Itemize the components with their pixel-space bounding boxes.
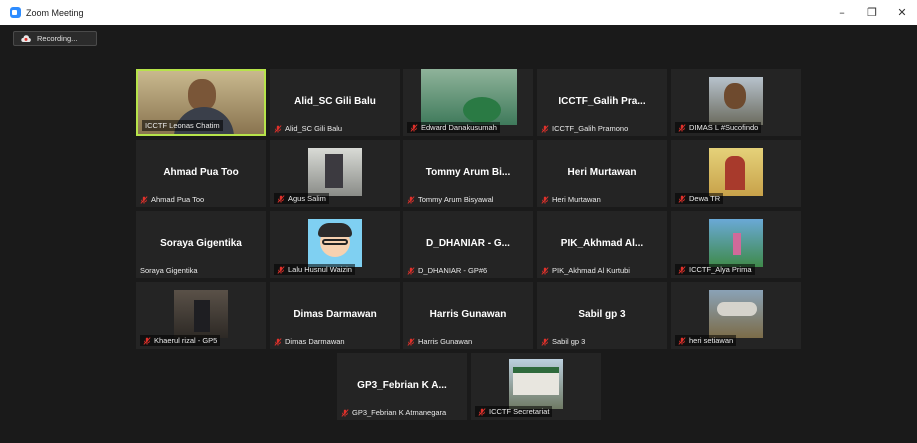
- participant-display-name: Dimas Darmawan: [293, 309, 377, 320]
- participant-name-label: Tommy Arum Bisyawal: [407, 195, 529, 204]
- participant-name-label: heri setiawan: [675, 335, 797, 346]
- participant-display-name: PIK_Akhmad Al...: [560, 238, 644, 249]
- participant-tile[interactable]: Heri Murtawan Heri Murtawan: [537, 140, 667, 207]
- participant-name-label: ICCTF Secretariat: [475, 406, 597, 417]
- participant-name-label: Edward Danakusumah: [407, 122, 529, 133]
- participant-display-name: Heri Murtawan: [567, 167, 637, 178]
- participant-tile[interactable]: Harris Gunawan Harris Gunawan: [403, 282, 533, 349]
- participant-tile[interactable]: ICCTF Leonas Chatim: [136, 69, 266, 136]
- participant-tile[interactable]: ICCTF_Alya Prima: [671, 211, 801, 278]
- participant-tile[interactable]: Tommy Arum Bi... Tommy Arum Bisyawal: [403, 140, 533, 207]
- muted-mic-icon: [678, 336, 686, 345]
- participant-display-name: Ahmad Pua Too: [163, 167, 239, 178]
- muted-mic-icon: [143, 336, 151, 345]
- cloud-record-icon: [21, 35, 31, 42]
- muted-mic-icon: [410, 123, 418, 132]
- participant-tile[interactable]: Soraya Gigentika Soraya Gigentika: [136, 211, 266, 278]
- muted-mic-icon: [478, 407, 486, 416]
- muted-mic-icon: [277, 194, 285, 203]
- participant-display-name: Tommy Arum Bi...: [425, 167, 511, 178]
- participant-name-label: Soraya Gigentika: [140, 266, 198, 275]
- muted-mic-icon: [541, 124, 549, 133]
- participant-display-name: Harris Gunawan: [429, 309, 507, 320]
- restore-button[interactable]: ❐: [857, 0, 887, 25]
- minimize-button[interactable]: –: [827, 0, 857, 25]
- participant-name-label: Dimas Darmawan: [274, 337, 396, 346]
- participant-tile[interactable]: Dewa TR: [671, 140, 801, 207]
- muted-mic-icon: [140, 195, 148, 204]
- participant-display-name: ICCTF_Galih Pra...: [558, 96, 646, 107]
- participant-tile[interactable]: GP3_Febrian K A... GP3_Febrian K Atmaneg…: [337, 353, 467, 420]
- participant-name-label: Alid_SC Gili Balu: [274, 124, 396, 133]
- participant-tile[interactable]: Lalu Husnul Waizin: [270, 211, 400, 278]
- participant-name-label: D_DHANIAR - GP#6: [407, 266, 529, 275]
- muted-mic-icon: [407, 337, 415, 346]
- muted-mic-icon: [277, 265, 285, 274]
- participant-tile[interactable]: PIK_Akhmad Al... PIK_Akhmad Al Kurtubi: [537, 211, 667, 278]
- participant-name-label: Harris Gunawan: [407, 337, 529, 346]
- participant-name-label: Sabil gp 3: [541, 337, 663, 346]
- participant-display-name: Alid_SC Gili Balu: [294, 96, 376, 107]
- close-button[interactable]: ✕: [887, 0, 917, 25]
- participant-name-label: DIMAS L #Sucofindo: [675, 122, 797, 133]
- participant-name-label: Khaerul rizal - GP5: [140, 335, 262, 346]
- participant-name-label: ICCTF Leonas Chatim: [142, 120, 260, 131]
- muted-mic-icon: [541, 195, 549, 204]
- recording-indicator[interactable]: Recording...: [13, 31, 97, 46]
- participant-tile[interactable]: Ahmad Pua Too Ahmad Pua Too: [136, 140, 266, 207]
- muted-mic-icon: [678, 194, 686, 203]
- muted-mic-icon: [274, 337, 282, 346]
- participant-name-label: Ahmad Pua Too: [140, 195, 262, 204]
- participant-tile[interactable]: DIMAS L #Sucofindo: [671, 69, 801, 136]
- participant-tile[interactable]: Dimas Darmawan Dimas Darmawan: [270, 282, 400, 349]
- participant-tile[interactable]: D_DHANIAR - G... D_DHANIAR - GP#6: [403, 211, 533, 278]
- muted-mic-icon: [678, 265, 686, 274]
- participant-name-label: Dewa TR: [675, 193, 797, 204]
- gallery-view: Recording... ICCTF Leonas Chatim Alid_SC …: [0, 25, 917, 443]
- participant-name-label: Heri Murtawan: [541, 195, 663, 204]
- participant-tile[interactable]: Sabil gp 3 Sabil gp 3: [537, 282, 667, 349]
- participant-tile[interactable]: Khaerul rizal - GP5: [136, 282, 266, 349]
- muted-mic-icon: [407, 195, 415, 204]
- participant-display-name: D_DHANIAR - G...: [426, 238, 510, 249]
- participant-name-label: ICCTF_Alya Prima: [675, 264, 797, 275]
- title-bar: Zoom Meeting – ❐ ✕: [0, 0, 917, 25]
- window-controls: – ❐ ✕: [827, 0, 917, 25]
- participant-tile[interactable]: Edward Danakusumah: [403, 69, 533, 136]
- muted-mic-icon: [541, 266, 549, 275]
- participant-tile[interactable]: Agus Salim: [270, 140, 400, 207]
- muted-mic-icon: [341, 408, 349, 417]
- participant-name-label: ICCTF_Galih Pramono: [541, 124, 663, 133]
- participant-name-label: GP3_Febrian K Atmanegara: [341, 408, 463, 417]
- participant-display-name: Soraya Gigentika: [160, 238, 242, 249]
- participant-tile[interactable]: heri setiawan: [671, 282, 801, 349]
- window-title: Zoom Meeting: [26, 7, 84, 18]
- recording-label: Recording...: [37, 34, 78, 43]
- muted-mic-icon: [407, 266, 415, 275]
- participant-name-label: PIK_Akhmad Al Kurtubi: [541, 266, 663, 275]
- participant-name-label: Agus Salim: [274, 193, 396, 204]
- participant-display-name: Sabil gp 3: [578, 309, 626, 320]
- participant-tile[interactable]: Alid_SC Gili Balu Alid_SC Gili Balu: [270, 69, 400, 136]
- participant-display-name: GP3_Febrian K A...: [357, 380, 447, 391]
- participant-name-label: Lalu Husnul Waizin: [274, 264, 396, 275]
- muted-mic-icon: [678, 123, 686, 132]
- muted-mic-icon: [274, 124, 282, 133]
- muted-mic-icon: [541, 337, 549, 346]
- participant-tile[interactable]: ICCTF_Galih Pra... ICCTF_Galih Pramono: [537, 69, 667, 136]
- zoom-app-icon: [10, 7, 21, 18]
- participant-tile[interactable]: ICCTF Secretariat: [471, 353, 601, 420]
